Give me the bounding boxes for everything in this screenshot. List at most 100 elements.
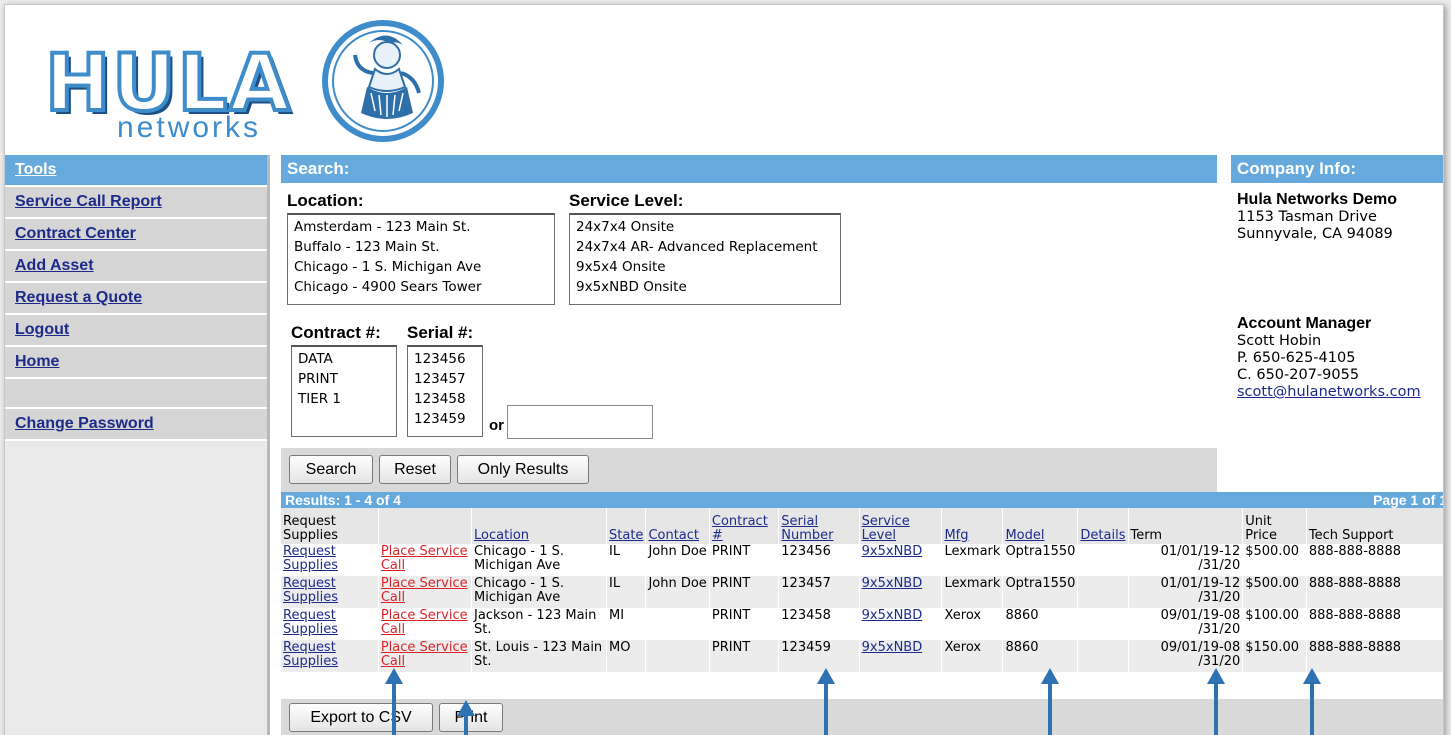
sidebar-divider bbox=[267, 155, 270, 735]
contract-cell: PRINT bbox=[709, 608, 780, 640]
service-level-cell[interactable]: 9x5xNBD bbox=[859, 640, 943, 672]
place-service-call-cell[interactable]: Place Service Call bbox=[378, 576, 473, 608]
col-contact[interactable]: Contact bbox=[645, 508, 710, 544]
serial-option[interactable]: 123456 bbox=[414, 349, 476, 369]
sidebar-item-service-call-report[interactable]: Service Call Report bbox=[5, 187, 267, 219]
sort-location-link[interactable]: Location bbox=[474, 528, 529, 543]
place-service-call-link[interactable]: Place Service Call bbox=[381, 544, 468, 573]
sort-service-level-link[interactable]: Service Level bbox=[862, 514, 910, 543]
location-option[interactable]: Amsterdam - 123 Main St. bbox=[294, 217, 548, 237]
sort-details-link[interactable]: Details bbox=[1080, 528, 1125, 543]
service-level-cell[interactable]: 9x5xNBD bbox=[859, 576, 943, 608]
sidebar-item-request-quote[interactable]: Request a Quote bbox=[5, 283, 267, 315]
col-mfg[interactable]: Mfg bbox=[941, 508, 1004, 544]
sidebar-item-logout[interactable]: Logout bbox=[5, 315, 267, 347]
request-supplies-link[interactable]: Request Supplies bbox=[283, 640, 338, 669]
sidebar-header-tools[interactable]: Tools bbox=[5, 155, 267, 187]
home-link[interactable]: Home bbox=[15, 353, 59, 370]
sidebar-item-change-password[interactable]: Change Password bbox=[5, 409, 267, 441]
request-supplies-link[interactable]: Request Supplies bbox=[283, 576, 338, 605]
place-service-call-cell[interactable]: Place Service Call bbox=[378, 544, 473, 576]
location-listbox[interactable]: Amsterdam - 123 Main St. Buffalo - 123 M… bbox=[287, 213, 555, 305]
place-service-call-link[interactable]: Place Service Call bbox=[381, 576, 468, 605]
change-password-link[interactable]: Change Password bbox=[15, 415, 154, 432]
request-supplies-cell[interactable]: Request Supplies bbox=[281, 576, 379, 608]
service-level-link[interactable]: 9x5xNBD bbox=[862, 544, 923, 559]
sidebar-item-contract-center[interactable]: Contract Center bbox=[5, 219, 267, 251]
sort-contract-link[interactable]: Contract # bbox=[712, 514, 768, 543]
location-option[interactable]: Chicago - 4900 Sears Tower bbox=[294, 277, 548, 297]
sort-serial-link[interactable]: Serial Number bbox=[781, 514, 833, 543]
request-supplies-cell[interactable]: Request Supplies bbox=[281, 608, 379, 640]
service-level-link[interactable]: 9x5xNBD bbox=[862, 576, 923, 591]
service-level-cell[interactable]: 9x5xNBD bbox=[859, 544, 943, 576]
sort-model-link[interactable]: Model bbox=[1005, 528, 1044, 543]
location-label: Location: bbox=[287, 191, 364, 210]
model-cell: Optra1550 bbox=[1002, 576, 1079, 608]
contract-option[interactable]: DATA bbox=[298, 349, 390, 369]
request-supplies-link[interactable]: Request Supplies bbox=[283, 544, 338, 573]
export-csv-button[interactable]: Export to CSV bbox=[289, 703, 433, 732]
sort-contact-link[interactable]: Contact bbox=[648, 528, 699, 543]
col-details[interactable]: Details bbox=[1077, 508, 1129, 544]
serial-option[interactable]: 123458 bbox=[414, 389, 476, 409]
results-header-bar: Results: 1 - 4 of 4 Page 1 of 1 bbox=[281, 492, 1443, 508]
tools-link[interactable]: Tools bbox=[15, 161, 56, 178]
request-quote-link[interactable]: Request a Quote bbox=[15, 289, 142, 306]
serial-listbox[interactable]: 123456 123457 123458 123459 bbox=[407, 345, 483, 437]
service-level-cell[interactable]: 9x5xNBD bbox=[859, 608, 943, 640]
serial-text-input[interactable] bbox=[507, 405, 653, 439]
mfg-cell: Lexmark bbox=[941, 576, 1004, 608]
service-level-option[interactable]: 24x7x4 Onsite bbox=[576, 217, 834, 237]
unit-price-cell: $500.00 bbox=[1242, 576, 1307, 608]
location-cell: Chicago - 1 S. Michigan Ave bbox=[471, 576, 608, 608]
place-service-call-link[interactable]: Place Service Call bbox=[381, 608, 468, 637]
serial-option[interactable]: 123457 bbox=[414, 369, 476, 389]
contract-option[interactable]: PRINT bbox=[298, 369, 390, 389]
contract-center-link[interactable]: Contract Center bbox=[15, 225, 136, 242]
only-results-button[interactable]: Only Results bbox=[457, 455, 589, 484]
contact-cell: John Doe bbox=[645, 576, 710, 608]
sort-mfg-link[interactable]: Mfg bbox=[944, 528, 968, 543]
col-serial[interactable]: Serial Number bbox=[778, 508, 860, 544]
col-tech-support: Tech Support bbox=[1306, 508, 1443, 544]
col-location[interactable]: Location bbox=[471, 508, 608, 544]
service-level-listbox[interactable]: 24x7x4 Onsite 24x7x4 AR- Advanced Replac… bbox=[569, 213, 841, 305]
mfg-cell: Lexmark bbox=[941, 544, 1004, 576]
contract-option[interactable]: TIER 1 bbox=[298, 389, 390, 409]
term-cell: 01/01/19-12 /31/20 bbox=[1128, 544, 1244, 576]
location-option[interactable]: Chicago - 1 S. Michigan Ave bbox=[294, 257, 548, 277]
contact-cell bbox=[645, 640, 710, 672]
service-level-link[interactable]: 9x5xNBD bbox=[862, 608, 923, 623]
request-supplies-cell[interactable]: Request Supplies bbox=[281, 640, 379, 672]
add-asset-link[interactable]: Add Asset bbox=[15, 257, 94, 274]
service-level-link[interactable]: 9x5xNBD bbox=[862, 640, 923, 655]
serial-option[interactable]: 123459 bbox=[414, 409, 476, 429]
details-cell bbox=[1077, 576, 1129, 608]
reset-button[interactable]: Reset bbox=[379, 455, 451, 484]
col-service-level[interactable]: Service Level bbox=[859, 508, 943, 544]
service-call-report-link[interactable]: Service Call Report bbox=[15, 193, 162, 210]
sidebar-item-home[interactable]: Home bbox=[5, 347, 267, 379]
place-service-call-cell[interactable]: Place Service Call bbox=[378, 608, 473, 640]
request-supplies-cell[interactable]: Request Supplies bbox=[281, 544, 379, 576]
service-level-option[interactable]: 24x7x4 AR- Advanced Replacement bbox=[576, 237, 834, 257]
service-level-option[interactable]: 9x5xNBD Onsite bbox=[576, 277, 834, 297]
location-option[interactable]: Buffalo - 123 Main St. bbox=[294, 237, 548, 257]
logout-link[interactable]: Logout bbox=[15, 321, 69, 338]
place-service-call-link[interactable]: Place Service Call bbox=[381, 640, 468, 669]
manager-email[interactable]: scott@hulanetworks.com bbox=[1237, 384, 1443, 401]
sidebar-item-add-asset[interactable]: Add Asset bbox=[5, 251, 267, 283]
col-contract[interactable]: Contract # bbox=[709, 508, 780, 544]
col-state[interactable]: State bbox=[606, 508, 647, 544]
sort-state-link[interactable]: State bbox=[609, 528, 643, 543]
search-button[interactable]: Search bbox=[289, 455, 373, 484]
contract-listbox[interactable]: DATA PRINT TIER 1 bbox=[291, 345, 397, 437]
request-supplies-link[interactable]: Request Supplies bbox=[283, 608, 338, 637]
manager-email-link[interactable]: scott@hulanetworks.com bbox=[1237, 384, 1421, 400]
col-model[interactable]: Model bbox=[1002, 508, 1079, 544]
service-level-option[interactable]: 9x5x4 Onsite bbox=[576, 257, 834, 277]
or-label: or bbox=[489, 417, 504, 434]
unit-price-cell: $100.00 bbox=[1242, 608, 1307, 640]
col-term: Term bbox=[1128, 508, 1244, 544]
